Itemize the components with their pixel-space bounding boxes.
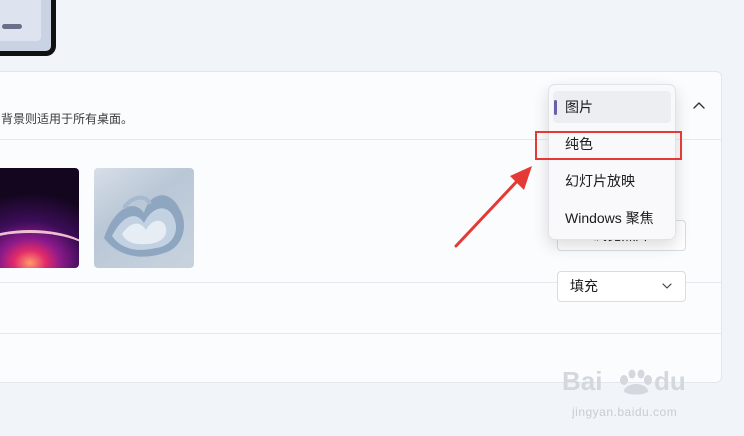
menu-item-label: 图片 [565, 99, 593, 115]
background-type-menu: 图片 纯色 幻灯片放映 Windows 聚焦 [548, 84, 676, 240]
menu-item-label: 幻灯片放映 [565, 173, 635, 189]
baidu-watermark-logo: Bai du [562, 366, 686, 396]
annotation-arrow-icon [454, 166, 532, 248]
annotation-highlight-box [535, 131, 682, 160]
background-description: 背景则适用于所有桌面。 [1, 112, 134, 126]
settings-page: 背景则适用于所有桌面。 浏览照片 填充 图片 [0, 0, 744, 436]
chevron-down-icon [662, 283, 672, 289]
fit-dropdown[interactable]: 填充 [557, 271, 686, 302]
menu-item-windows-spotlight[interactable]: Windows 聚焦 [553, 202, 671, 234]
menu-item-label: Windows 聚焦 [565, 210, 654, 226]
selection-indicator [554, 100, 557, 115]
monitor-preview [0, 0, 56, 56]
recent-image-thumbnail[interactable] [94, 168, 194, 268]
svg-text:Bai: Bai [562, 366, 602, 396]
monitor-taskbar [2, 24, 22, 29]
menu-item-picture[interactable]: 图片 [553, 91, 671, 123]
fit-dropdown-value: 填充 [570, 278, 598, 294]
divider [0, 333, 721, 334]
bloom-wallpaper-art [104, 195, 184, 257]
chevron-up-icon[interactable] [691, 97, 707, 113]
menu-item-slideshow[interactable]: 幻灯片放映 [553, 165, 671, 197]
watermark-url: jingyan.baidu.com [572, 405, 678, 419]
glow-arc [0, 230, 79, 268]
recent-image-thumbnail[interactable] [0, 168, 79, 268]
svg-text:du: du [654, 366, 686, 396]
monitor-screen [0, 0, 41, 41]
